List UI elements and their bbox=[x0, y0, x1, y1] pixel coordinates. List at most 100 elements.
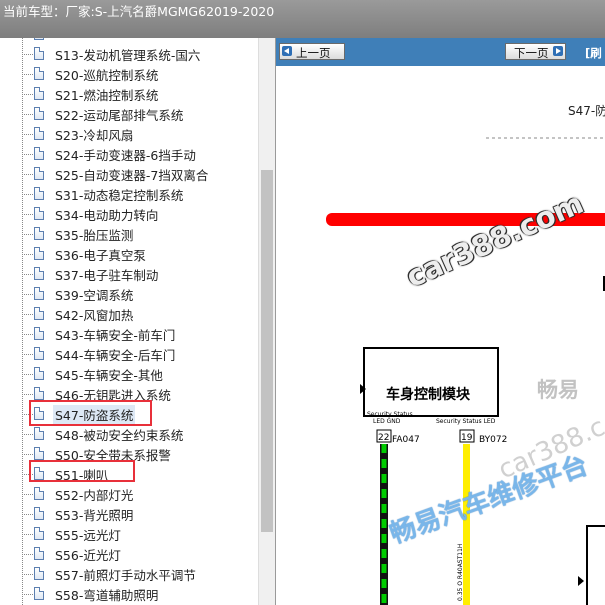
tree-item-label: S21-燃油控制系统 bbox=[55, 88, 159, 103]
tree-item[interactable]: S53-背光照明 bbox=[0, 504, 258, 524]
pin-19-number: 19 bbox=[461, 433, 473, 443]
tree-branch-line bbox=[22, 514, 33, 515]
title-bar: 当前车型：厂家:S-上汽名爵MGMG62019-2020 bbox=[0, 0, 605, 38]
tree-item[interactable]: S22-运动尾部排气系统 bbox=[0, 104, 258, 124]
tree-branch-line bbox=[22, 214, 33, 215]
tree-branch-line bbox=[22, 394, 33, 395]
document-icon bbox=[34, 167, 44, 180]
tree-branch-line bbox=[22, 454, 33, 455]
document-icon bbox=[34, 247, 44, 260]
tree-item[interactable]: S23-冷却风扇 bbox=[0, 124, 258, 144]
power-bus-wire bbox=[326, 213, 605, 226]
document-icon bbox=[34, 527, 44, 540]
tree-item-label: S48-被动安全约束系统 bbox=[55, 428, 184, 443]
tree-item-label: S22-运动尾部排气系统 bbox=[55, 108, 184, 123]
tree-item[interactable]: S42-风窗加热 bbox=[0, 304, 258, 324]
current-model-text: 当前车型：厂家:S-上汽名爵MGMG62019-2020 bbox=[3, 4, 275, 19]
right-module-box bbox=[586, 525, 605, 605]
tree-item-label: S55-远光灯 bbox=[55, 528, 121, 543]
next-page-button[interactable]: 下一页 bbox=[505, 43, 566, 60]
tree-item-label: S44-车辆安全-后车门 bbox=[55, 348, 176, 363]
document-icon bbox=[34, 147, 44, 160]
tree-scrollbar[interactable] bbox=[258, 38, 275, 605]
tree-item-label: S24-手动变速器-6挡手动 bbox=[55, 148, 196, 163]
tree-branch-line bbox=[22, 334, 33, 335]
tree-item[interactable]: S56-近光灯 bbox=[0, 544, 258, 564]
tree-branch-line bbox=[22, 134, 33, 135]
tree-item[interactable]: S31-动态稳定控制系统 bbox=[0, 184, 258, 204]
tree-branch-line bbox=[22, 234, 33, 235]
tree-item[interactable]: S55-远光灯 bbox=[0, 524, 258, 544]
scrollbar-thumb[interactable] bbox=[261, 170, 273, 532]
connector-by072: BY072 bbox=[479, 435, 507, 445]
document-icon bbox=[34, 87, 44, 100]
pin-22-number: 22 bbox=[378, 433, 389, 443]
diagram-viewer: 上一页 下一页 [刷 S47-防 车身控制模块 Security Status L… bbox=[275, 38, 605, 605]
tree-item[interactable]: S45-车辆安全-其他 bbox=[0, 364, 258, 384]
connector-fa047: FA047 bbox=[392, 435, 420, 445]
right-module-marker bbox=[578, 576, 584, 586]
tree-item-label: S31-动态稳定控制系统 bbox=[55, 188, 184, 203]
tree-branch-line bbox=[22, 434, 33, 435]
tree-branch-line bbox=[22, 374, 33, 375]
document-icon bbox=[34, 567, 44, 580]
tree-item-label: S52-内部灯光 bbox=[55, 488, 134, 503]
tree-item-label: S45-车辆安全-其他 bbox=[55, 368, 163, 383]
diagram-title: S47-防 bbox=[568, 103, 605, 118]
document-icon bbox=[34, 447, 44, 460]
tree-item[interactable]: S52-内部灯光 bbox=[0, 484, 258, 504]
document-icon bbox=[34, 367, 44, 380]
prev-page-button[interactable]: 上一页 bbox=[279, 43, 345, 60]
tree-item[interactable]: S21-燃油控制系统 bbox=[0, 84, 258, 104]
tree-branch-line bbox=[22, 554, 33, 555]
tree-item[interactable]: S25-自动变速器-7挡双离合 bbox=[0, 164, 258, 184]
tree-item[interactable]: S34-电动助力转向 bbox=[0, 204, 258, 224]
tree-branch-line bbox=[22, 94, 33, 95]
tree-item-label: S23-冷却风扇 bbox=[55, 128, 134, 143]
arrow-left-icon bbox=[282, 46, 292, 56]
tree-item-label: S36-电子真空泵 bbox=[55, 248, 146, 263]
tree-item[interactable]: S39-空调系统 bbox=[0, 284, 258, 304]
tree-item-label: S56-近光灯 bbox=[55, 548, 121, 563]
tree-branch-line bbox=[22, 74, 33, 75]
tree-branch-line bbox=[22, 54, 33, 55]
document-icon bbox=[34, 347, 44, 360]
document-icon bbox=[34, 327, 44, 340]
tree-item[interactable]: S37-电子驻车制动 bbox=[0, 264, 258, 284]
document-icon bbox=[34, 227, 44, 240]
document-icon bbox=[34, 187, 44, 200]
document-icon bbox=[34, 547, 44, 560]
tree-branch-line bbox=[22, 594, 33, 595]
tree-item[interactable]: S36-电子真空泵 bbox=[0, 244, 258, 264]
document-icon bbox=[34, 207, 44, 220]
tree-branch-line bbox=[22, 194, 33, 195]
highlight-box bbox=[29, 400, 152, 426]
tree-item[interactable]: S57-前照灯手动水平调节 bbox=[0, 564, 258, 584]
tree-item[interactable]: S44-车辆安全-后车门 bbox=[0, 344, 258, 364]
document-icon bbox=[34, 107, 44, 120]
tree-item-label: S35-胎压监测 bbox=[55, 228, 134, 243]
tree-item[interactable]: S43-车辆安全-前车门 bbox=[0, 324, 258, 344]
tree-item[interactable]: S35-胎压监测 bbox=[0, 224, 258, 244]
system-tree[interactable]: S13-发动机管理系统-国六 S20-巡航控制系统 S21-燃油控制系统 S22-运动… bbox=[0, 38, 258, 605]
page-nav-bar: 上一页 下一页 [刷 bbox=[276, 38, 605, 66]
tree-item[interactable]: S48-被动安全约束系统 bbox=[0, 424, 258, 444]
tree-item-label: S57-前照灯手动水平调节 bbox=[55, 568, 196, 583]
refresh-button[interactable]: [刷 bbox=[585, 45, 602, 61]
tree-branch-line bbox=[22, 154, 33, 155]
tree-item-label: S13-发动机管理系统-国六 bbox=[55, 48, 201, 63]
module-name: 车身控制模块 bbox=[386, 386, 471, 403]
tree-item[interactable]: S58-弯道辅助照明 bbox=[0, 584, 258, 604]
tree-branch-line bbox=[22, 314, 33, 315]
tree-item[interactable]: S20-巡航控制系统 bbox=[0, 64, 258, 84]
tree-branch-line bbox=[22, 574, 33, 575]
tree-item-label: S43-车辆安全-前车门 bbox=[55, 328, 176, 343]
document-icon bbox=[34, 427, 44, 440]
tree-branch-line bbox=[22, 274, 33, 275]
document-icon bbox=[34, 127, 44, 140]
document-icon bbox=[34, 387, 44, 400]
tree-item-label: S42-风窗加热 bbox=[55, 308, 134, 323]
tree-item[interactable]: S24-手动变速器-6挡手动 bbox=[0, 144, 258, 164]
tree-item[interactable]: S13-发动机管理系统-国六 bbox=[0, 44, 258, 64]
tree-item-label: S58-弯道辅助照明 bbox=[55, 588, 159, 603]
